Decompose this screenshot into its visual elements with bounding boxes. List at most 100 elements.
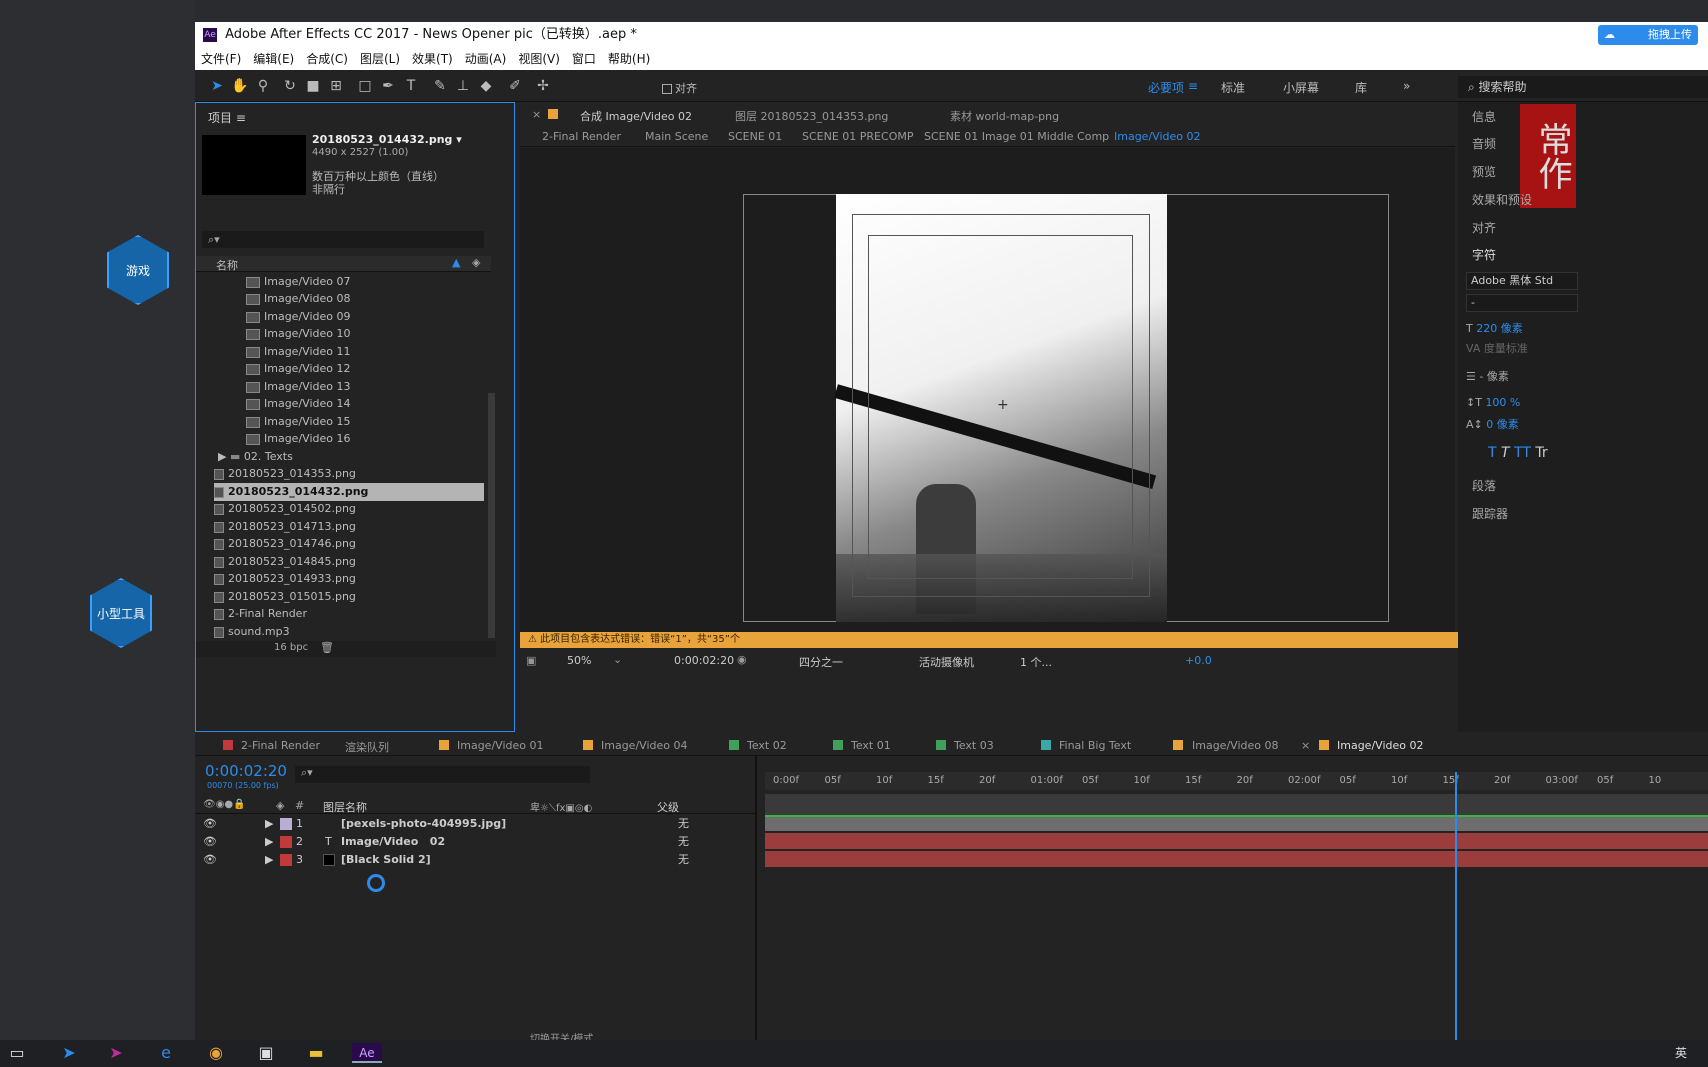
type-tool-icon[interactable]: T	[401, 76, 421, 96]
comp-viewer[interactable]: +	[520, 148, 1455, 632]
workspace-essentials[interactable]: 必要项	[1148, 79, 1184, 96]
app-icon[interactable]: ▣	[255, 1043, 277, 1063]
tab-comp[interactable]: Final Big Text	[1059, 739, 1131, 752]
expand-arrow-icon[interactable]: ▶	[265, 815, 273, 833]
breadcrumb-item[interactable]: SCENE 01	[728, 130, 782, 143]
snapshot-icon[interactable]: ▣	[526, 654, 536, 667]
task-view-icon[interactable]: ▭	[6, 1043, 28, 1063]
chrome-icon[interactable]: ◉	[205, 1043, 227, 1063]
close-icon[interactable]: ×	[532, 108, 541, 121]
parent-select[interactable]: 无	[678, 815, 689, 833]
layer-track-1[interactable]	[765, 815, 1708, 831]
layer-search-input[interactable]: ⌕▾	[295, 766, 590, 783]
list-item[interactable]: Image/Video 09	[246, 308, 350, 326]
expand-arrow-icon[interactable]: ▶	[265, 851, 273, 869]
breadcrumb-item[interactable]: Main Scene	[645, 130, 708, 143]
menu-animation[interactable]: 动画(A)	[465, 52, 507, 66]
layer-row[interactable]: 👁 ▶ 3 [Black Solid 2] 无	[195, 851, 755, 869]
vertical-scale-field[interactable]: ↕T 100 %	[1466, 396, 1520, 409]
clone-tool-icon[interactable]: ⊥	[453, 76, 473, 96]
expression-error-bar[interactable]: ⚠ 此项目包含表达式错误：错误“1”，共“35”个	[520, 632, 1478, 648]
list-item[interactable]: 20180523_014353.png	[214, 465, 356, 483]
list-item[interactable]: 20180523_014713.png	[214, 518, 356, 536]
menu-layer[interactable]: 图层(L)	[360, 52, 400, 66]
zoom-select[interactable]: 50%	[567, 654, 591, 667]
tab-comp-active[interactable]: Image/Video 02	[1337, 739, 1423, 752]
parent-select[interactable]: 无	[678, 833, 689, 851]
all-caps-icon[interactable]: TT	[1514, 445, 1531, 461]
tab-render-queue[interactable]: 渲染队列	[345, 739, 389, 755]
layer-row[interactable]: 👁 ▶ 2 T Image/Video 02 无	[195, 833, 755, 851]
font-family-select[interactable]: Adobe 黑体 Std	[1466, 272, 1578, 290]
workspace-small-screen[interactable]: 小屏幕	[1283, 79, 1319, 96]
sort-up-icon[interactable]: ▲	[452, 256, 460, 269]
list-item[interactable]: Image/Video 10	[246, 325, 350, 343]
label-color[interactable]	[280, 854, 292, 866]
baseline-field[interactable]: A↕ 0 像素	[1466, 416, 1519, 432]
scrollbar[interactable]	[488, 393, 495, 638]
layer-name[interactable]: [pexels-photo-404995.jpg]	[341, 815, 506, 833]
label-tag-icon[interactable]: ◈	[472, 256, 480, 269]
list-item[interactable]: Image/Video 16	[246, 430, 350, 448]
label-color[interactable]	[280, 818, 292, 830]
menu-view[interactable]: 视图(V)	[518, 52, 560, 66]
project-search-input[interactable]: ⌕▾	[202, 231, 484, 248]
tab-comp[interactable]: Text 03	[954, 739, 994, 752]
tab-comp[interactable]: Image/Video 08	[1192, 739, 1278, 752]
list-item[interactable]: sound.mp3	[214, 623, 290, 641]
list-item[interactable]: 2-Final Render	[214, 605, 307, 623]
workspace-libraries[interactable]: 库	[1355, 79, 1367, 96]
faux-bold-icon[interactable]: T	[1488, 445, 1497, 461]
menu-edit[interactable]: 编辑(E)	[253, 52, 294, 66]
parent-column[interactable]: 父级	[657, 799, 679, 815]
bpc-button[interactable]: 16 bpc	[274, 642, 308, 653]
list-item[interactable]: Image/Video 08	[246, 290, 350, 308]
tab-comp[interactable]: Text 01	[851, 739, 891, 752]
list-item[interactable]: Image/Video 12	[246, 360, 350, 378]
views-select[interactable]: 1 个...	[1020, 654, 1052, 670]
zoom-tool-icon[interactable]: ⚲	[253, 76, 273, 96]
eraser-tool-icon[interactable]: ◆	[476, 76, 496, 96]
roto-brush-icon[interactable]: ✐	[505, 76, 525, 96]
tab-footage[interactable]: 素材 world-map-png	[950, 108, 1059, 124]
label-color[interactable]	[280, 836, 292, 848]
project-tab[interactable]: 项目 ≡	[208, 109, 246, 126]
time-ruler[interactable]: 0:00f 05f 10f 15f 20f 01:00f 05f 10f 15f 20f 02:00…	[765, 772, 1708, 790]
expand-arrow-icon[interactable]: ▶	[265, 833, 273, 851]
tab-paragraph[interactable]: 段落	[1472, 477, 1496, 494]
font-style-select[interactable]: -	[1466, 294, 1578, 312]
tab-effects-presets[interactable]: 效果和预设	[1472, 191, 1532, 208]
tab-layer[interactable]: 图层 20180523_014353.png	[735, 108, 888, 124]
tab-comp[interactable]: Image/Video 04	[601, 739, 687, 752]
puppet-tool-icon[interactable]: ✢	[533, 76, 553, 96]
folder-item[interactable]: ▶ ▬ 02. Texts	[218, 448, 293, 466]
breadcrumb-item[interactable]: SCENE 01 PRECOMP	[802, 130, 913, 143]
breadcrumb-item[interactable]: 2-Final Render	[542, 130, 621, 143]
camera-tool-icon[interactable]: ■	[303, 76, 323, 96]
layer-name[interactable]: [Black Solid 2]	[341, 851, 431, 869]
layer-name-column[interactable]: 图层名称	[323, 799, 367, 815]
tab-final-render[interactable]: 2-Final Render	[241, 739, 320, 752]
list-item[interactable]: Image/Video 13	[246, 378, 350, 396]
tab-comp[interactable]: Image/Video 01	[457, 739, 543, 752]
font-size-field[interactable]: T 220 像素	[1466, 320, 1523, 336]
list-item-selected[interactable]: 20180523_014432.png	[214, 483, 484, 501]
app-icon[interactable]: ➤	[105, 1043, 127, 1063]
menu-window[interactable]: 窗口	[572, 52, 596, 66]
rotate-tool-icon[interactable]: ↻	[280, 76, 300, 96]
camera-icon[interactable]: ◉	[737, 653, 747, 666]
resolution-select[interactable]: 四分之一	[799, 654, 843, 670]
hand-tool-icon[interactable]: ✋	[230, 76, 250, 96]
leading-field[interactable]: ☰ - 像素	[1466, 368, 1509, 384]
visibility-eye-icon[interactable]: 👁	[203, 815, 217, 833]
tab-composition[interactable]: 合成 Image/Video 02	[580, 108, 692, 124]
selection-tool-icon[interactable]: ➤	[207, 76, 227, 96]
chevron-down-icon[interactable]: ⌄	[613, 653, 622, 666]
trash-icon[interactable]: 🗑	[320, 641, 334, 654]
tab-comp[interactable]: Text 02	[747, 739, 787, 752]
kerning-field[interactable]: VA 度量标准	[1466, 340, 1528, 356]
expand-arrow-icon[interactable]: ▶	[218, 450, 230, 463]
layer-track-2[interactable]	[765, 833, 1708, 849]
tab-info[interactable]: 信息	[1472, 108, 1496, 125]
layer-name[interactable]: Image/Video 02	[341, 833, 445, 851]
